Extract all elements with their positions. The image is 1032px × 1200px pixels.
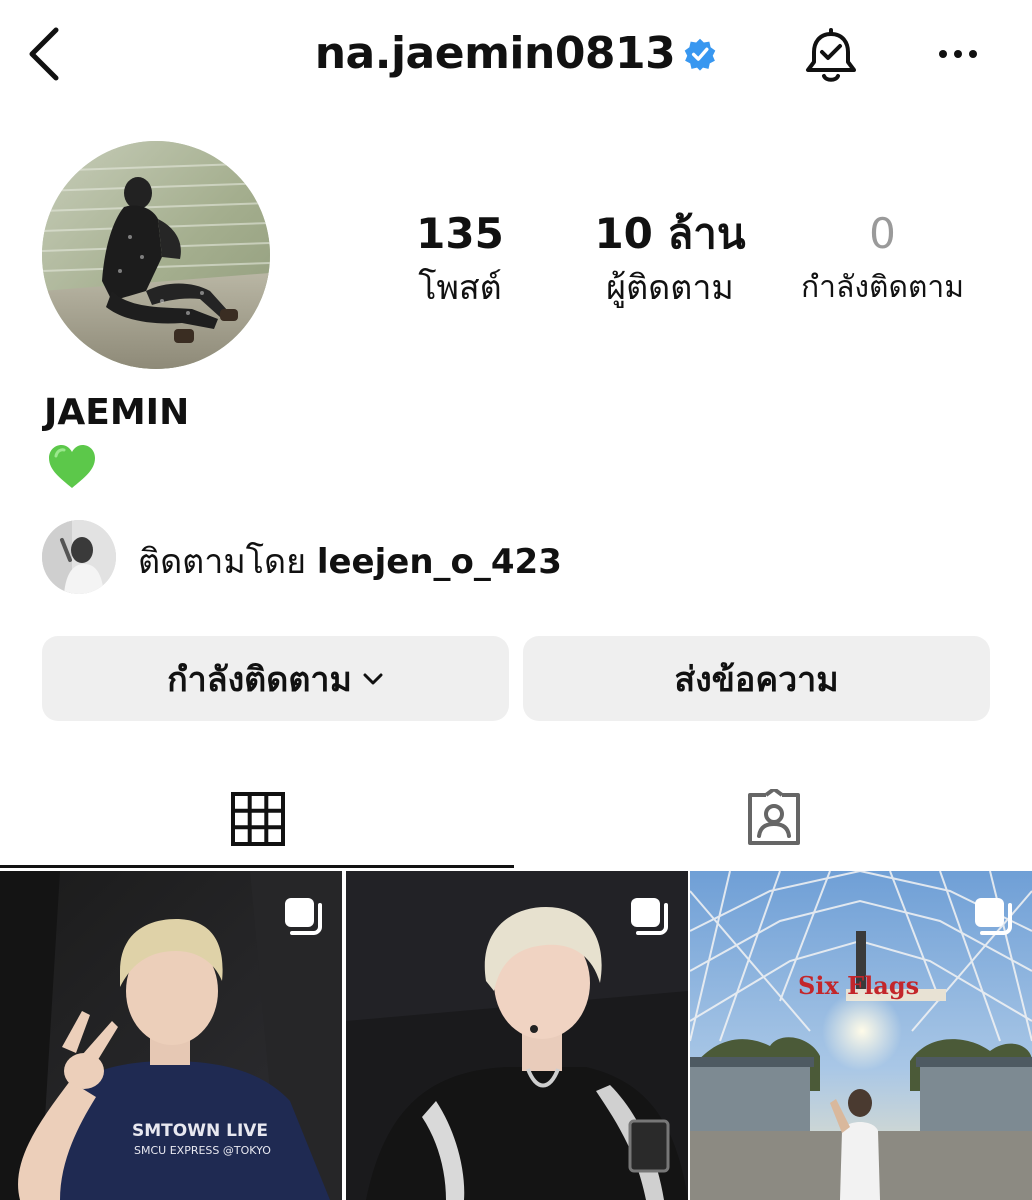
stat-posts-value: 135 [416, 209, 504, 258]
stat-posts[interactable]: 135 โพสต์ [390, 205, 530, 313]
verified-badge-icon [684, 38, 716, 71]
tab-tagged[interactable] [516, 770, 1032, 868]
post-1-shirt-line1: SMTOWN LIVE [132, 1121, 269, 1141]
green-heart-icon [49, 445, 95, 488]
stat-following-label: กำลังติดตาม [800, 270, 965, 305]
stat-followers-value: 10 ล้าน [594, 209, 746, 258]
post-thumbnail-1[interactable]: SMTOWN LIVE SMCU EXPRESS @TOKYO [0, 871, 342, 1200]
grid-icon [231, 792, 285, 846]
following-button[interactable]: กำลังติดตาม [42, 636, 509, 721]
carousel-icon [975, 898, 1012, 935]
carousel-icon [285, 898, 322, 935]
stat-followers-label: ผู้ติดตาม [606, 268, 734, 308]
tab-grid[interactable] [0, 770, 516, 868]
mutual-username[interactable]: leejen_o_423 [317, 542, 562, 582]
mutual-avatar [42, 520, 116, 594]
post-thumbnail-3[interactable]: Six Flags [690, 871, 1032, 1200]
top-bar: na.jaemin0813 [0, 0, 1032, 110]
stat-following-value: 0 [869, 209, 896, 258]
post-1-shirt-line2: SMCU EXPRESS @TOKYO [134, 1144, 271, 1157]
mutual-prefix: ติดตามโดย [138, 542, 307, 582]
more-options-icon[interactable] [934, 36, 982, 72]
notification-bell-icon[interactable] [800, 24, 862, 86]
mutual-followers[interactable]: ติดตามโดย leejen_o_423 [42, 520, 942, 594]
carousel-icon [631, 898, 668, 935]
profile-username: na.jaemin0813 [314, 28, 676, 79]
post-3-sign-text: Six Flags [798, 971, 920, 1000]
posts-grid: SMTOWN LIVE SMCU EXPRESS @TOKYO Six Flag… [0, 871, 1032, 1200]
profile-avatar[interactable] [42, 141, 270, 369]
stat-following[interactable]: 0 กำลังติดตาม [780, 205, 985, 313]
tagged-icon [748, 789, 800, 845]
stat-posts-label: โพสต์ [418, 268, 502, 308]
header-title-group: na.jaemin0813 [0, 28, 1032, 79]
stat-followers[interactable]: 10 ล้าน ผู้ติดตาม [575, 205, 765, 313]
message-button[interactable]: ส่งข้อความ [523, 636, 990, 721]
following-button-label: กำลังติดตาม [167, 659, 352, 700]
profile-display-name: JAEMIN [44, 392, 190, 433]
post-thumbnail-2[interactable] [346, 871, 688, 1200]
mutual-followers-text: ติดตามโดย leejen_o_423 [138, 534, 562, 588]
message-button-label: ส่งข้อความ [674, 659, 839, 700]
profile-photo [42, 141, 270, 369]
active-tab-indicator [0, 865, 514, 868]
chevron-down-icon [363, 673, 383, 684]
